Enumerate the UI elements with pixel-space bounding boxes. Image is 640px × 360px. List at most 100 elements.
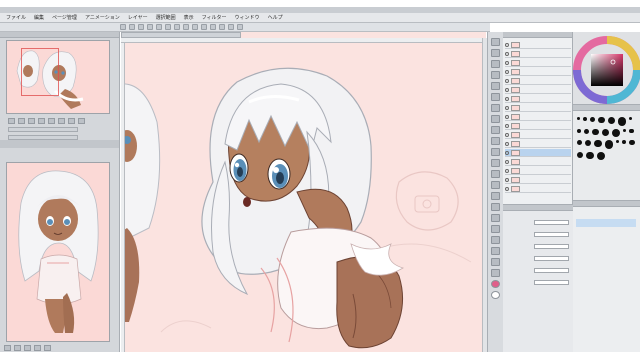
menu-layer[interactable]: レイヤー [128, 14, 148, 21]
sub-tool-item[interactable] [576, 210, 636, 218]
layer-row[interactable] [505, 104, 571, 112]
layer-row[interactable] [505, 77, 571, 85]
eyedropper-button[interactable] [44, 345, 51, 351]
sub-tool-item[interactable] [576, 300, 636, 308]
selection-tool-icon[interactable] [491, 82, 500, 90]
layer-row[interactable] [505, 167, 571, 175]
layer-row[interactable] [505, 176, 571, 184]
brush-size-dot[interactable] [586, 151, 594, 159]
menu-selection[interactable]: 選択範囲 [156, 14, 176, 21]
visibility-eye-icon[interactable] [505, 186, 509, 191]
tool-property-slider[interactable] [534, 268, 569, 273]
visibility-eye-icon[interactable] [505, 132, 509, 137]
text-tool-icon[interactable] [491, 247, 500, 255]
tool-property-slider[interactable] [534, 256, 569, 261]
eraser-tool-icon[interactable] [491, 170, 500, 178]
clear-button[interactable] [165, 24, 171, 30]
snap-ruler-button[interactable] [183, 24, 189, 30]
main-color-swatch[interactable] [491, 280, 500, 288]
sub-tool-item[interactable] [576, 318, 636, 326]
sub-tool-item[interactable] [576, 246, 636, 254]
layer-row[interactable] [505, 68, 571, 76]
brush-size-dot[interactable] [622, 140, 627, 145]
brush-size-dot[interactable] [592, 128, 599, 135]
rotate-right-button[interactable] [58, 118, 65, 124]
operation-tool-icon[interactable] [491, 60, 500, 68]
brush-size-dot[interactable] [629, 128, 634, 133]
gradient-tool-icon[interactable] [491, 203, 500, 211]
balloon-tool-icon[interactable] [491, 258, 500, 266]
sub-tool-item[interactable] [576, 219, 636, 227]
menu-story[interactable]: ページ管理 [52, 14, 77, 21]
layer-row[interactable] [505, 131, 571, 139]
visibility-eye-icon[interactable] [505, 51, 509, 56]
blend-tool-icon[interactable] [491, 181, 500, 189]
brush-size-dot[interactable] [584, 128, 590, 134]
airbrush-tool-icon[interactable] [491, 148, 500, 156]
brush-size-dot[interactable] [604, 140, 614, 149]
menu-animation[interactable]: アニメーション [85, 14, 120, 21]
figure-tool-icon[interactable] [491, 214, 500, 222]
brush-size-dot[interactable] [611, 128, 621, 137]
visibility-eye-icon[interactable] [505, 96, 509, 101]
visibility-eye-icon[interactable] [505, 141, 509, 146]
sub-tool-item[interactable] [576, 282, 636, 290]
sub-tool-item[interactable] [576, 264, 636, 272]
fit-view-button[interactable] [28, 118, 35, 124]
sub-tool-item[interactable] [576, 228, 636, 236]
layer-row[interactable] [505, 113, 571, 121]
save-button[interactable] [138, 24, 144, 30]
redo-button[interactable] [156, 24, 162, 30]
layer-row[interactable] [505, 41, 571, 49]
canvas-vertical-scrollbar[interactable] [482, 38, 487, 352]
layer-row[interactable] [505, 140, 571, 148]
invert-selection-button[interactable] [228, 24, 234, 30]
brush-size-dot[interactable] [623, 128, 627, 132]
brush-size-dot[interactable] [617, 117, 627, 126]
show-selection-button[interactable] [237, 24, 243, 30]
move-layer-tool-icon[interactable] [491, 71, 500, 79]
visibility-eye-icon[interactable] [505, 42, 509, 47]
sub-tool-item[interactable] [576, 327, 636, 335]
layer-row[interactable] [505, 95, 571, 103]
snap-grid-button[interactable] [192, 24, 198, 30]
zoom-tool-icon[interactable] [491, 38, 500, 46]
visibility-eye-icon[interactable] [505, 87, 509, 92]
visibility-eye-icon[interactable] [505, 78, 509, 83]
flip-vertical-button[interactable] [78, 118, 85, 124]
frame-tool-icon[interactable] [491, 225, 500, 233]
menu-edit[interactable]: 編集 [34, 14, 44, 21]
tool-property-slider[interactable] [534, 232, 569, 237]
ruler-tool-icon[interactable] [491, 236, 500, 244]
visibility-eye-icon[interactable] [505, 105, 509, 110]
import-image-button[interactable] [24, 345, 31, 351]
correct-line-tool-icon[interactable] [491, 269, 500, 277]
menu-view[interactable]: 表示 [184, 14, 194, 21]
sub-color-swatch[interactable] [491, 291, 500, 299]
brush-size-dot[interactable] [585, 140, 592, 147]
canvas-tab[interactable] [121, 32, 241, 38]
brush-size-dot[interactable] [590, 117, 596, 123]
select-all-button[interactable] [210, 24, 216, 30]
pen-tool-icon[interactable] [491, 115, 500, 123]
new-button[interactable] [120, 24, 126, 30]
visibility-eye-icon[interactable] [505, 60, 509, 65]
next-image-button[interactable] [14, 345, 21, 351]
brush-size-dot[interactable] [577, 117, 580, 120]
menu-window[interactable]: ウィンドウ [235, 14, 260, 21]
brush-size-dot[interactable] [616, 140, 620, 143]
zoom-slider[interactable] [8, 127, 78, 132]
layer-row[interactable] [505, 158, 571, 166]
zoom-out-button[interactable] [8, 118, 15, 124]
menu-file[interactable]: ファイル [6, 14, 26, 21]
visibility-eye-icon[interactable] [505, 150, 509, 155]
brush-size-dot[interactable] [629, 140, 635, 146]
brush-size-dot[interactable] [601, 128, 609, 136]
fill-tool-icon[interactable] [491, 192, 500, 200]
visibility-eye-icon[interactable] [505, 69, 509, 74]
decoration-tool-icon[interactable] [491, 159, 500, 167]
brush-size-dot[interactable] [577, 140, 583, 146]
deselect-button[interactable] [219, 24, 225, 30]
menu-help[interactable]: ヘルプ [268, 14, 283, 21]
visibility-eye-icon[interactable] [505, 114, 509, 119]
